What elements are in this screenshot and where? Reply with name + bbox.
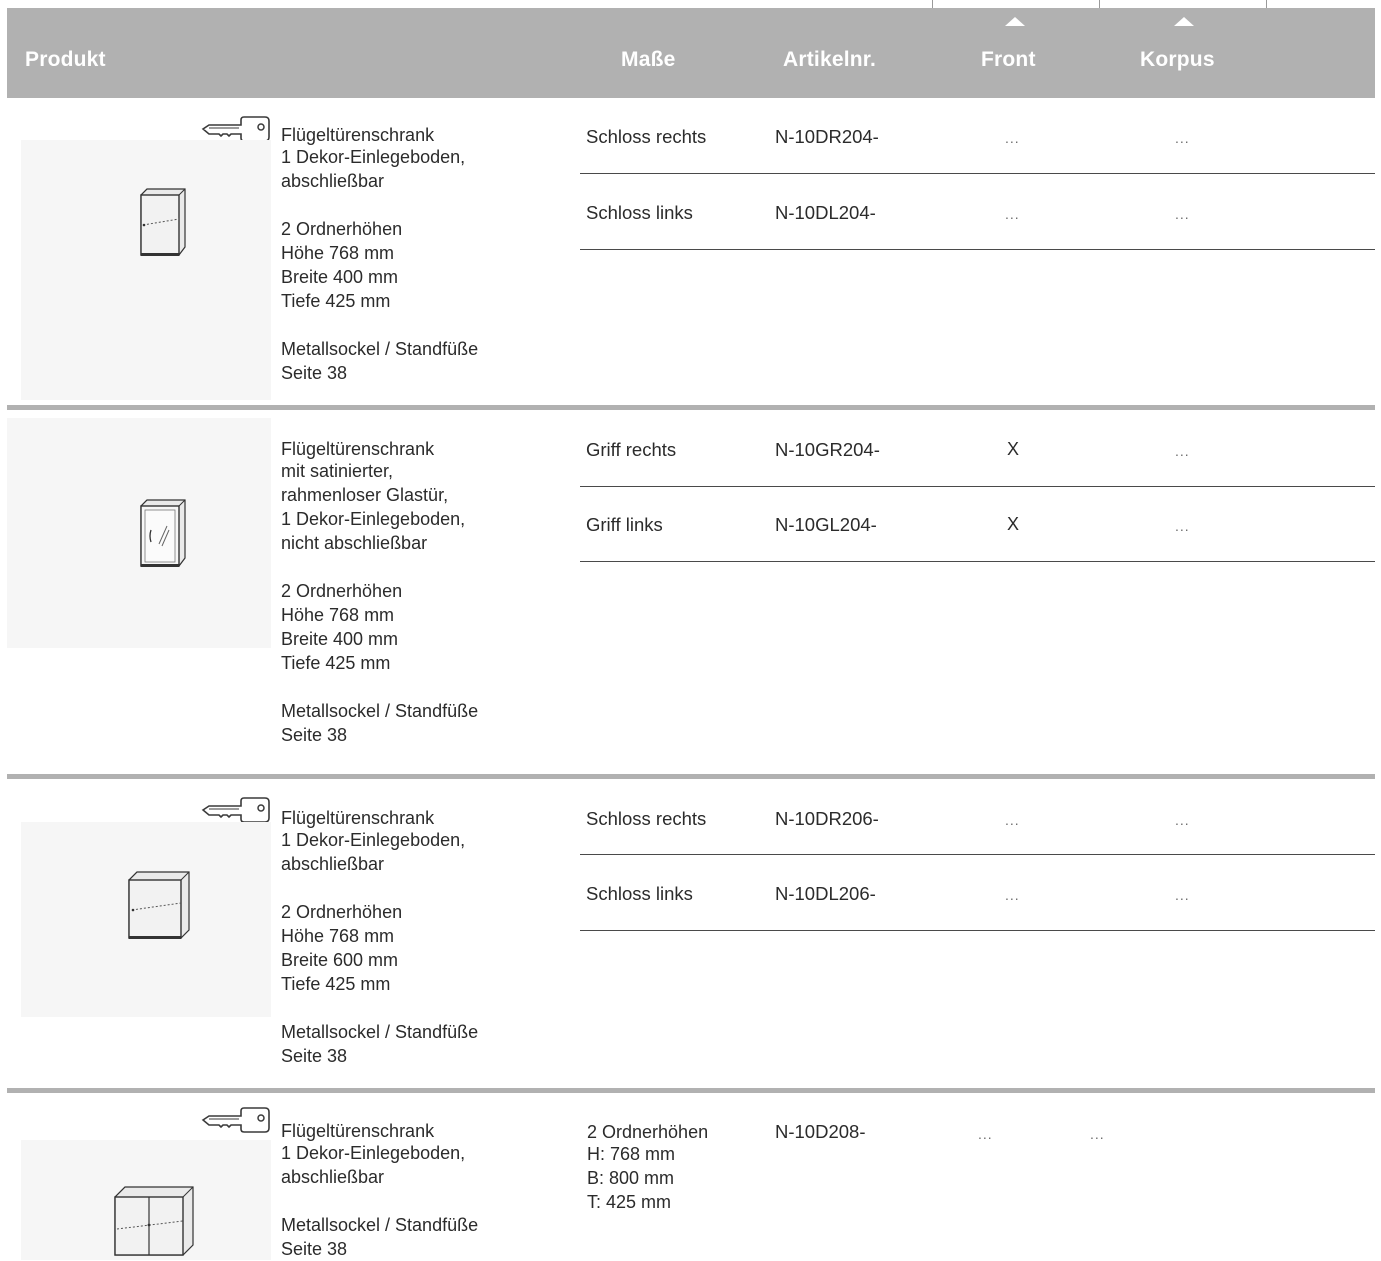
product-image-2	[7, 418, 271, 648]
artikel-cell: N-10DL204-	[775, 202, 876, 223]
desc-line: Höhe 768 mm	[281, 926, 395, 946]
desc-line: Flügeltürenschrank	[281, 439, 435, 459]
korpus-cell: ...	[1175, 443, 1190, 459]
desc-line: abschließbar	[281, 171, 385, 191]
desc-line: 1 Dekor-Einlegeboden,	[281, 147, 466, 167]
header-artikelnr: Artikelnr.	[783, 48, 877, 71]
masse-cell: Schloss links	[586, 883, 693, 904]
front-cell: X	[1007, 439, 1020, 459]
desc-line: abschließbar	[281, 854, 385, 874]
desc-line: 1 Dekor-Einlegeboden,	[281, 830, 466, 850]
section-separator	[7, 774, 1375, 779]
header-produkt: Produkt	[25, 48, 106, 71]
header-korpus: Korpus	[1140, 48, 1215, 71]
row-divider	[580, 854, 1375, 855]
desc-line: Breite 400 mm	[281, 629, 399, 649]
artikel-cell: N-10D208-	[775, 1121, 866, 1142]
masse-line: 2 Ordnerhöhen	[587, 1122, 709, 1142]
desc-line: Metallsockel / Standfüße	[281, 1022, 479, 1042]
front-cell: ...	[1005, 887, 1020, 903]
desc-line: abschließbar	[281, 1167, 385, 1187]
desc-line: Breite 600 mm	[281, 950, 399, 970]
product-image-3	[21, 822, 271, 1017]
desc-line: Seite 38	[281, 725, 348, 745]
artikel-cell: N-10GR204-	[775, 439, 880, 460]
masse-line: T: 425 mm	[587, 1192, 672, 1212]
product-image-1	[21, 140, 271, 400]
desc-line: Seite 38	[281, 1046, 348, 1066]
masse-line: B: 800 mm	[587, 1168, 675, 1188]
artikel-cell: N-10GL204-	[775, 514, 877, 535]
artikel-cell: N-10DL206-	[775, 883, 876, 904]
masse-cell: Griff rechts	[586, 439, 677, 460]
row-divider	[580, 561, 1375, 562]
masse-cell: Schloss rechts	[586, 808, 707, 829]
korpus-cell: ...	[1175, 812, 1190, 828]
artikel-cell: N-10DR204-	[775, 126, 879, 147]
desc-line: Metallsockel / Standfüße	[281, 1215, 479, 1235]
cabinet-single-door-icon	[140, 188, 186, 256]
desc-line: rahmenloser Glastür,	[281, 485, 449, 505]
table-header: Produkt Maße Artikelnr. Front Korpus	[7, 8, 1375, 98]
desc-line: 2 Ordnerhöhen	[281, 581, 403, 601]
front-marker-icon	[1005, 17, 1025, 26]
key-icon	[201, 797, 270, 823]
section-separator	[7, 1088, 1375, 1093]
desc-line: Seite 38	[281, 363, 348, 383]
desc-line: Flügeltürenschrank	[281, 1121, 435, 1141]
desc-line: 1 Dekor-Einlegeboden,	[281, 509, 466, 529]
desc-line: Höhe 768 mm	[281, 243, 395, 263]
masse-cell: Schloss links	[586, 202, 693, 223]
product-description-1: Flügeltürenschrank 1 Dekor-Einlegeboden,…	[281, 123, 478, 385]
desc-line: Metallsockel / Standfüße	[281, 339, 479, 359]
masse-cell: Griff links	[586, 514, 663, 535]
desc-line: Tiefe 425 mm	[281, 291, 391, 311]
desc-line: Metallsockel / Standfüße	[281, 701, 479, 721]
front-cell: ...	[1005, 130, 1020, 146]
front-cell: ...	[1005, 206, 1020, 222]
product-description-4: Flügeltürenschrank 1 Dekor-Einlegeboden,…	[281, 1119, 478, 1261]
desc-line: Flügeltürenschrank	[281, 125, 435, 145]
korpus-cell: ...	[1090, 1126, 1105, 1142]
korpus-cell: ...	[1175, 206, 1190, 222]
masse-cell: 2 Ordnerhöhen H: 768 mm B: 800 mm T: 425…	[587, 1120, 708, 1214]
artikel-cell: N-10DR206-	[775, 808, 879, 829]
desc-line: Flügeltürenschrank	[281, 808, 435, 828]
desc-line: 1 Dekor-Einlegeboden,	[281, 1143, 466, 1163]
desc-line: nicht abschließbar	[281, 533, 428, 553]
desc-line: Tiefe 425 mm	[281, 974, 391, 994]
front-cell: ...	[978, 1126, 993, 1142]
section-separator	[7, 405, 1375, 410]
korpus-marker-icon	[1174, 17, 1194, 26]
key-icon	[201, 116, 270, 142]
product-image-4	[21, 1140, 271, 1260]
desc-line: Breite 400 mm	[281, 267, 399, 287]
desc-line: mit satinierter,	[281, 461, 394, 481]
desc-line: 2 Ordnerhöhen	[281, 219, 403, 239]
front-cell: X	[1007, 514, 1020, 534]
korpus-cell: ...	[1175, 130, 1190, 146]
cabinet-glass-door-icon	[140, 499, 186, 567]
front-cell: ...	[1005, 812, 1020, 828]
desc-line: 2 Ordnerhöhen	[281, 902, 403, 922]
key-icon	[201, 1107, 270, 1133]
cabinet-wide-door-icon	[128, 871, 190, 939]
korpus-cell: ...	[1175, 887, 1190, 903]
cabinet-double-door-icon	[114, 1186, 194, 1256]
desc-line: Seite 38	[281, 1239, 348, 1259]
row-divider	[580, 249, 1375, 250]
header-front: Front	[981, 48, 1036, 71]
row-divider	[580, 930, 1375, 931]
masse-line: H: 768 mm	[587, 1144, 676, 1164]
header-masse: Maße	[621, 48, 676, 71]
korpus-cell: ...	[1175, 518, 1190, 534]
row-divider	[580, 486, 1375, 487]
desc-line: Höhe 768 mm	[281, 605, 395, 625]
row-divider	[580, 173, 1375, 174]
masse-cell: Schloss rechts	[586, 126, 707, 147]
product-description-2: Flügeltürenschrank mit satinierter, rahm…	[281, 437, 478, 747]
desc-line: Tiefe 425 mm	[281, 653, 391, 673]
product-description-3: Flügeltürenschrank 1 Dekor-Einlegeboden,…	[281, 806, 478, 1068]
